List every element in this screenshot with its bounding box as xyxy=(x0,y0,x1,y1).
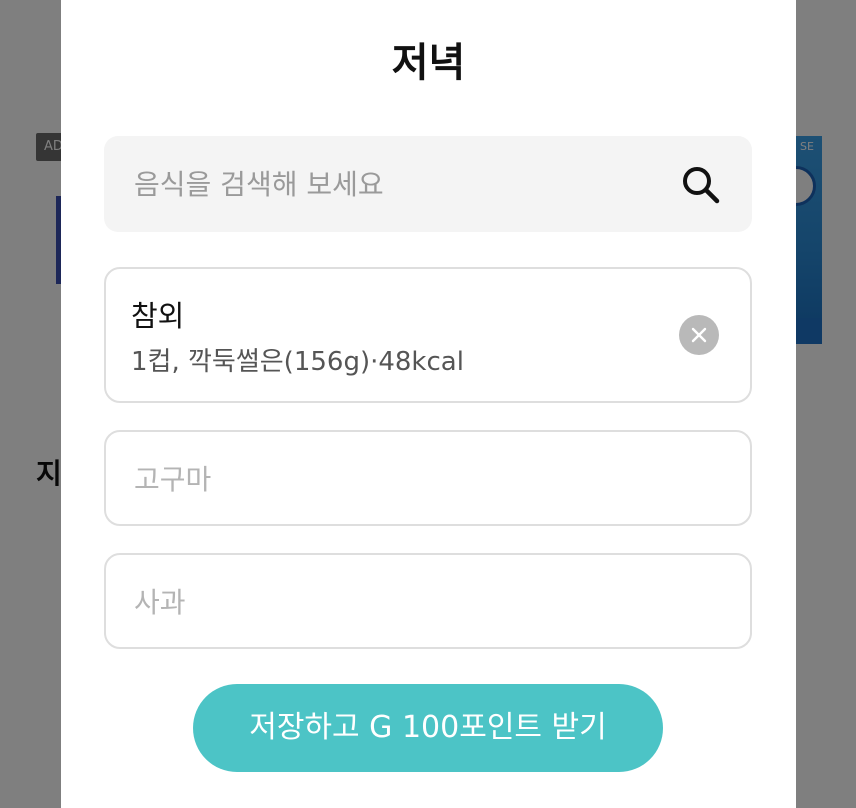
food-input-card[interactable] xyxy=(104,430,752,526)
food-input-1[interactable] xyxy=(134,456,694,502)
selected-food-card[interactable]: 참외 1컵, 깍둑썰은(156g)·48kcal xyxy=(104,267,752,403)
food-detail: 1컵, 깍둑썰은(156g)·48kcal xyxy=(131,347,464,377)
search-input[interactable] xyxy=(134,160,654,208)
modal-title: 저녁 xyxy=(391,40,466,86)
meal-entry-modal: 저녁 참외 1컵, 깍둑썰은(156g)·48kcal 저장하고 G 100포인… xyxy=(61,0,796,808)
food-input-2[interactable] xyxy=(134,579,694,625)
search-box[interactable] xyxy=(104,136,752,232)
food-name: 참외 xyxy=(131,299,185,333)
search-icon[interactable] xyxy=(680,164,722,206)
food-input-card[interactable] xyxy=(104,553,752,649)
save-button[interactable]: 저장하고 G 100포인트 받기 xyxy=(193,684,663,772)
clear-food-button[interactable] xyxy=(679,315,719,355)
close-icon xyxy=(691,327,707,343)
